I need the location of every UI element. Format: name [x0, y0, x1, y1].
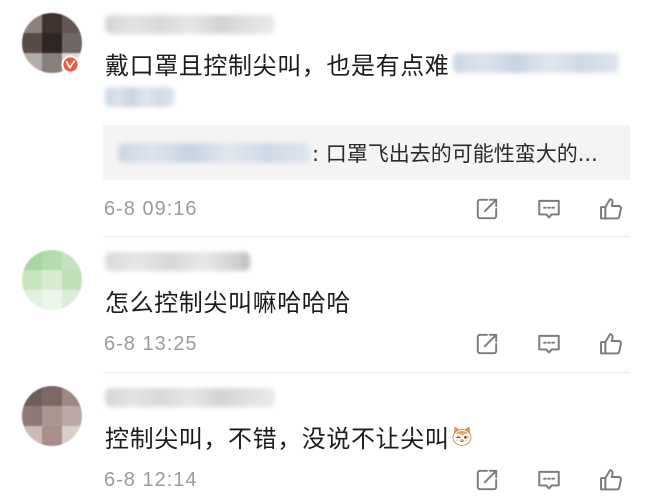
cat-emoji-icon: [453, 426, 472, 446]
comment-text: 控制尖叫，不错，没说不让尖叫: [103, 419, 630, 453]
user-avatar[interactable]: [22, 13, 82, 74]
forward-button[interactable]: [472, 465, 502, 495]
comment-actions: [472, 465, 630, 495]
reply-button[interactable]: [534, 465, 564, 495]
comment-list: 戴口罩且控制尖叫，也是有点难 : 口罩飞出去的可能性蛮大的... 6-8 09:…: [0, 0, 650, 499]
comment-text-content: 控制尖叫，不错，没说不让尖叫: [105, 424, 450, 453]
comment-header: [103, 386, 630, 408]
quote-username-redacted[interactable]: [118, 142, 310, 163]
forward-icon: [476, 333, 498, 355]
username-redacted[interactable]: [105, 251, 250, 271]
like-button[interactable]: [596, 329, 626, 359]
avatar-image: [22, 386, 82, 446]
like-button[interactable]: [596, 465, 626, 495]
comment-timestamp: 6-8 12:14: [104, 468, 198, 491]
forward-icon: [476, 469, 498, 491]
like-icon: [600, 469, 622, 491]
comment-text: 戴口罩且控制尖叫，也是有点难: [103, 46, 630, 114]
comment-actions: [472, 194, 630, 224]
forward-button[interactable]: [472, 194, 502, 224]
forward-button[interactable]: [472, 329, 502, 359]
comment-header: [103, 13, 630, 35]
comment-icon: [538, 334, 560, 354]
like-icon: [600, 198, 622, 220]
comment-body: 控制尖叫，不错，没说不让尖叫 6-8 12:14: [103, 373, 630, 499]
comment-body: 怎么控制尖叫嘛哈哈哈 6-8 13:25: [103, 237, 630, 373]
comment-item: 怎么控制尖叫嘛哈哈哈 6-8 13:25: [0, 237, 650, 373]
redacted-text: [105, 87, 175, 107]
comment-timestamp: 6-8 09:16: [104, 197, 198, 220]
like-button[interactable]: [596, 194, 626, 224]
like-icon: [600, 333, 622, 355]
comment-meta: 6-8 12:14: [103, 465, 630, 495]
user-avatar[interactable]: [22, 386, 82, 446]
forward-icon: [476, 198, 498, 220]
comment-text-content: 戴口罩且控制尖叫，也是有点难: [105, 51, 450, 80]
reply-quote: : 口罩飞出去的可能性蛮大的...: [103, 125, 630, 180]
comment-header: [103, 250, 630, 272]
username-redacted[interactable]: [105, 387, 275, 407]
comment-timestamp: 6-8 13:25: [104, 332, 198, 355]
comment-actions: [472, 329, 630, 359]
redacted-text: [453, 53, 620, 73]
reply-quote-text: : 口罩飞出去的可能性蛮大的...: [312, 141, 598, 166]
avatar-image: [22, 250, 82, 310]
username-redacted[interactable]: [105, 14, 275, 34]
comment-text-content: 怎么控制尖叫嘛哈哈哈: [105, 288, 351, 317]
user-avatar[interactable]: [22, 250, 82, 310]
reply-button[interactable]: [534, 329, 564, 359]
reply-button[interactable]: [534, 194, 564, 224]
avatar-badge-icon: [61, 55, 80, 74]
comment-text: 怎么控制尖叫嘛哈哈哈: [103, 283, 630, 317]
comment-body: 戴口罩且控制尖叫，也是有点难 : 口罩飞出去的可能性蛮大的... 6-8 09:…: [103, 0, 630, 237]
comment-meta: 6-8 13:25: [103, 329, 630, 359]
comment-item: 控制尖叫，不错，没说不让尖叫 6-8 12:14: [0, 373, 650, 499]
comment-item: 戴口罩且控制尖叫，也是有点难 : 口罩飞出去的可能性蛮大的... 6-8 09:…: [0, 0, 650, 237]
comment-meta: 6-8 09:16: [103, 194, 630, 224]
comment-icon: [538, 470, 560, 490]
comment-icon: [538, 199, 560, 219]
